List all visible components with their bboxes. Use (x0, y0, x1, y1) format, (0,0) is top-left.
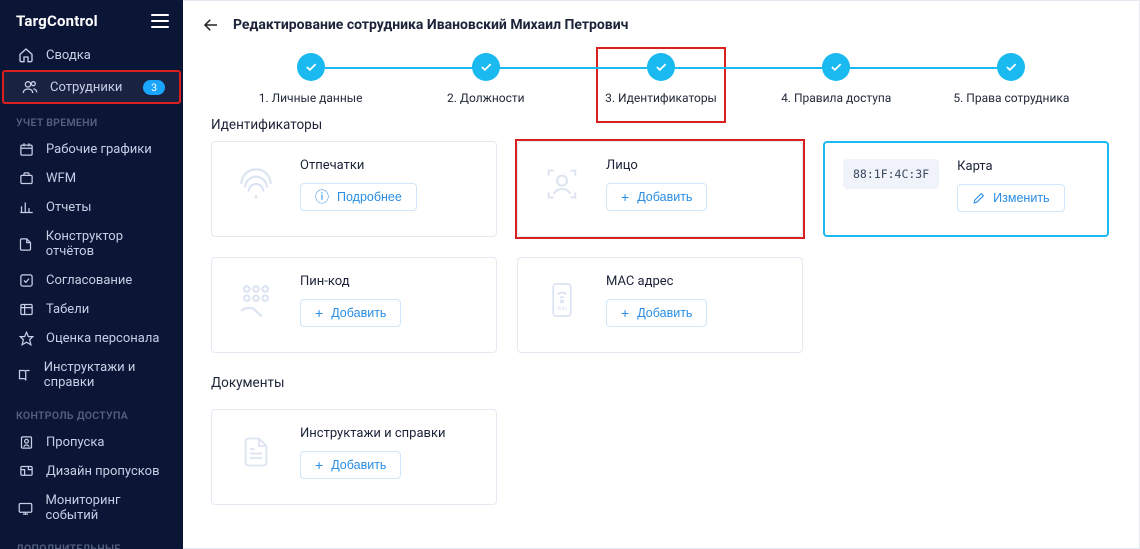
document-add-button[interactable]: + Добавить (300, 451, 401, 479)
brand-logo: TargControl (16, 12, 98, 30)
sidebar-item-employees[interactable]: Сотрудники 3 (4, 72, 179, 102)
sidebar-item-label: Инструктажи и справки (44, 360, 173, 390)
sidebar-item-label: Дизайн пропусков (46, 464, 160, 479)
sidebar-item-label: Оценка персонала (46, 331, 159, 346)
card-edit-button[interactable]: Изменить (957, 184, 1064, 212)
step-label: 1. Личные данные (259, 91, 363, 105)
face-add-button[interactable]: + Добавить (606, 183, 707, 211)
design-icon (16, 464, 36, 479)
sidebar-item-summary[interactable]: Сводка (0, 40, 183, 70)
sidebar-item-pass-design[interactable]: Дизайн пропусков (0, 457, 183, 486)
plus-icon: + (315, 306, 323, 320)
sidebar-item-label: Согласование (46, 273, 132, 288)
step-label: 2. Должности (447, 91, 525, 105)
table-icon (16, 302, 36, 317)
face-icon (536, 158, 588, 210)
sidebar-item-reports[interactable]: Отчеты (0, 193, 183, 222)
card-title: Карта (957, 159, 1091, 174)
card-mac: WIFI MAC адрес + Добавить (517, 257, 803, 353)
case-icon (16, 171, 36, 186)
sidebar: TargControl Сводка Сотрудники 3 УЧЕТ ВРЕ… (0, 0, 183, 549)
sidebar-item-label: WFM (46, 171, 76, 186)
step-label: 5. Права сотрудника (953, 91, 1069, 105)
step-personal[interactable]: 1. Личные данные (223, 53, 398, 105)
sidebar-item-label: Пропуска (46, 435, 104, 450)
svg-text:WIFI: WIFI (557, 306, 567, 312)
sidebar-section-title: УЧЕТ ВРЕМЕНИ (0, 104, 183, 135)
card-value: 88:1F:4C:3F (843, 159, 939, 189)
menu-toggle[interactable] (151, 14, 169, 28)
plus-icon: + (621, 190, 629, 204)
button-label: Добавить (331, 306, 386, 320)
button-label: Изменить (993, 191, 1049, 205)
sidebar-item-report-builder[interactable]: Конструктор отчётов (0, 222, 183, 266)
card-title: MAC адрес (606, 274, 786, 289)
button-label: Добавить (637, 190, 692, 204)
button-label: Добавить (637, 306, 692, 320)
pin-icon (230, 274, 282, 326)
monitor-icon (16, 501, 35, 516)
stepper: 1. Личные данные 2. Должности 3. Идентиф… (183, 43, 1139, 111)
sidebar-badge: 3 (143, 80, 165, 95)
sidebar-item-label: Мониторинг событий (45, 493, 173, 523)
pin-add-button[interactable]: + Добавить (300, 299, 401, 327)
sidebar-item-schedules[interactable]: Рабочие графики (0, 135, 183, 164)
card-title: Пин-код (300, 274, 480, 289)
sidebar-item-monitoring[interactable]: Мониторинг событий (0, 486, 183, 530)
step-access-rules[interactable]: 4. Правила доступа (749, 53, 924, 105)
card-title: Лицо (606, 158, 786, 173)
identifiers-title: Идентификаторы (183, 111, 1139, 141)
badge-icon (16, 435, 36, 450)
documents-title: Документы (211, 369, 1111, 399)
sidebar-item-performance[interactable]: Оценка персонала (0, 324, 183, 353)
book-icon (16, 368, 34, 383)
wifi-icon: WIFI (536, 274, 588, 326)
check-icon (16, 273, 36, 288)
mac-add-button[interactable]: + Добавить (606, 299, 707, 327)
card-pin: Пин-код + Добавить (211, 257, 497, 353)
sidebar-item-label: Сводка (46, 48, 91, 63)
fingerprint-details-button[interactable]: ⓘ Подробнее (300, 183, 417, 211)
pencil-icon (972, 192, 985, 205)
sidebar-item-label: Табели (46, 302, 89, 317)
step-identifiers[interactable]: 3. Идентификаторы (573, 53, 748, 105)
sidebar-section-title: КОНТРОЛЬ ДОСТУПА (0, 397, 183, 428)
card-face: Лицо + Добавить (517, 141, 803, 237)
button-label: Подробнее (337, 190, 402, 204)
card-document: Инструктажи и справки + Добавить (211, 409, 497, 505)
fingerprint-icon (230, 158, 282, 210)
sidebar-item-label: Сотрудники (50, 80, 122, 95)
sidebar-item-briefings[interactable]: Инструктажи и справки (0, 353, 183, 397)
main-content: Редактирование сотрудника Ивановский Мих… (183, 0, 1140, 549)
card-card: 88:1F:4C:3F Карта Изменить (823, 141, 1109, 237)
step-label: 3. Идентификаторы (605, 91, 717, 105)
step-positions[interactable]: 2. Должности (398, 53, 573, 105)
plus-icon: + (315, 458, 323, 472)
sidebar-item-label: Рабочие графики (46, 142, 152, 157)
calendar-icon (16, 142, 36, 157)
sidebar-item-timesheets[interactable]: Табели (0, 295, 183, 324)
button-label: Добавить (331, 458, 386, 472)
plus-icon: + (621, 306, 629, 320)
page-title: Редактирование сотрудника Ивановский Мих… (233, 17, 628, 33)
home-icon (16, 47, 36, 63)
sidebar-item-wfm[interactable]: WFM (0, 164, 183, 193)
sidebar-item-approvals[interactable]: Согласование (0, 266, 183, 295)
bars-icon (16, 200, 36, 215)
step-label: 4. Правила доступа (781, 91, 891, 105)
sidebar-item-passes[interactable]: Пропуска (0, 428, 183, 457)
card-title: Отпечатки (300, 158, 480, 173)
sidebar-item-label: Отчеты (46, 200, 91, 215)
back-arrow-icon[interactable] (201, 15, 221, 35)
doc-icon (16, 237, 36, 252)
step-rights[interactable]: 5. Права сотрудника (924, 53, 1099, 105)
sidebar-section-title: ДОПОЛНИТЕЛЬНЫЕ МОДУЛИ (0, 530, 183, 549)
document-icon (230, 426, 282, 478)
star-icon (16, 331, 36, 346)
users-icon (20, 79, 40, 95)
card-title: Инструктажи и справки (300, 426, 480, 441)
info-icon: ⓘ (315, 190, 329, 204)
sidebar-item-label: Конструктор отчётов (46, 229, 173, 259)
card-fingerprint: Отпечатки ⓘ Подробнее (211, 141, 497, 237)
